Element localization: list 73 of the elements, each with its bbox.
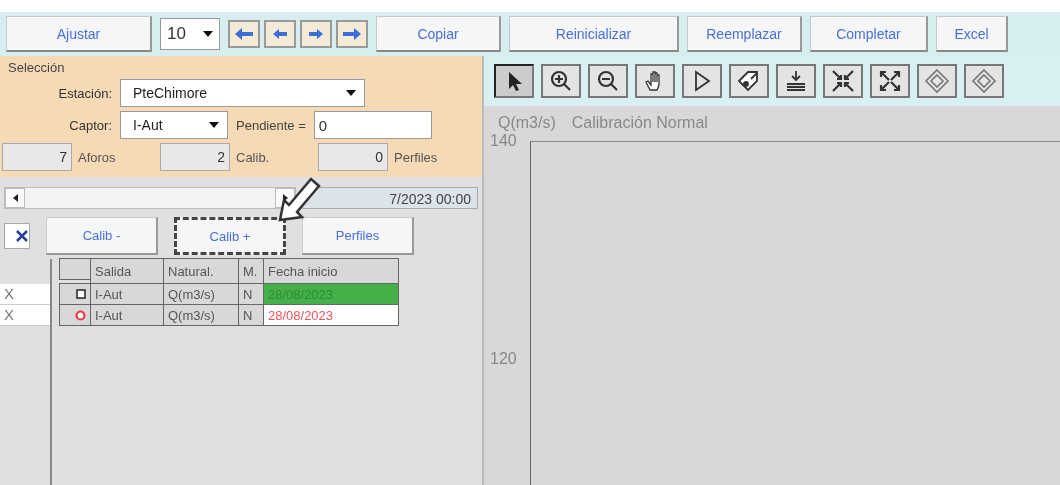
- select-tool-button[interactable]: [682, 64, 722, 98]
- caret-icon: [203, 31, 213, 37]
- first-arrow-button[interactable]: [228, 20, 260, 48]
- sensor-dropdown[interactable]: I-Aut: [120, 111, 228, 139]
- prev-arrow-button[interactable]: [264, 20, 296, 48]
- y-tick-label: 140: [490, 132, 518, 150]
- axis-unit-label: Q(m3/s): [498, 114, 556, 132]
- sensor-label: Captor:: [68, 117, 112, 133]
- action-button[interactable]: Perfiles: [302, 217, 414, 255]
- table-cell: Q(m3/s): [163, 304, 239, 326]
- header-corner-cell: [59, 258, 91, 280]
- next-arrow-button[interactable]: [300, 20, 332, 48]
- station-dropdown[interactable]: PteChimore: [120, 79, 365, 107]
- column-header: Natural.: [163, 258, 239, 284]
- row-header[interactable]: X: [0, 305, 50, 326]
- table-cell: N: [238, 283, 264, 305]
- stack-tool-button[interactable]: [776, 64, 816, 98]
- count-field: 7: [2, 143, 72, 171]
- date-field[interactable]: 7/2023 00:00: [302, 187, 478, 209]
- column-header: M.: [238, 258, 264, 284]
- count-combo[interactable]: 10: [160, 18, 220, 50]
- expand-icon: [877, 68, 903, 94]
- scroll-bar[interactable]: [4, 187, 296, 209]
- ajustar-button[interactable]: Ajustar: [6, 16, 152, 52]
- diamond-icon: [971, 68, 997, 94]
- checkbox[interactable]: [4, 223, 30, 249]
- caret-icon: [346, 90, 356, 96]
- column-header: Fecha inicio: [263, 258, 399, 284]
- toolbar-button[interactable]: Completar: [810, 16, 928, 52]
- group-title: Selección: [8, 60, 66, 75]
- zoom-in-tool-button[interactable]: [541, 64, 581, 98]
- toolbar-button[interactable]: Copiar: [376, 16, 501, 52]
- diamond-icon: [924, 68, 950, 94]
- column-header: Salida: [90, 258, 164, 284]
- table-cell: Q(m3/s): [163, 283, 239, 305]
- tag-tool-button[interactable]: [729, 64, 769, 98]
- table-cell: N: [238, 304, 264, 326]
- table-cell: I-Aut: [90, 304, 164, 326]
- scroll-left-button[interactable]: [5, 188, 25, 208]
- zoom-out-tool-button[interactable]: [588, 64, 628, 98]
- shrink-tool-button[interactable]: [823, 64, 863, 98]
- table-cell: 28/08/2023: [263, 304, 399, 326]
- thick-arrow-icon: [234, 27, 254, 41]
- count-label: Aforos: [78, 149, 117, 165]
- last-arrow-button[interactable]: [336, 20, 368, 48]
- table-cell: I-Aut: [90, 283, 164, 305]
- thick-arrow-icon: [342, 27, 362, 41]
- station-label: Estación:: [57, 85, 112, 101]
- count-field: 0: [318, 143, 388, 171]
- count-label: Calib.: [236, 149, 271, 165]
- y-tick-label: 120: [490, 350, 518, 368]
- pointer-tool-button[interactable]: [494, 64, 534, 98]
- slope-label: Pendiente =: [236, 117, 306, 133]
- left-triangle-icon: [12, 194, 18, 202]
- count-field: 2: [160, 143, 230, 171]
- count-label: Perfiles: [394, 149, 439, 165]
- diamond-tool-button[interactable]: [917, 64, 957, 98]
- chart-title: Calibración Normal: [571, 114, 708, 132]
- action-button[interactable]: Calib +: [174, 217, 286, 255]
- expand-tool-button[interactable]: [870, 64, 910, 98]
- toolbar-button[interactable]: Excel: [936, 16, 1008, 52]
- shrink-icon: [830, 68, 856, 94]
- hand-tool-button[interactable]: [635, 64, 675, 98]
- checkbox-icon[interactable]: [76, 289, 86, 299]
- toolbar-button[interactable]: Reemplazar: [687, 16, 802, 52]
- action-button[interactable]: Calib -: [46, 217, 158, 255]
- caret-icon: [209, 122, 219, 128]
- toolbar-button[interactable]: Reinicializar: [509, 16, 679, 52]
- x-mark-icon: [15, 229, 29, 243]
- diamond-tool-button[interactable]: [964, 64, 1004, 98]
- slope-field[interactable]: 0: [313, 111, 432, 139]
- circle-icon[interactable]: [75, 309, 86, 321]
- row-header[interactable]: X: [0, 284, 50, 305]
